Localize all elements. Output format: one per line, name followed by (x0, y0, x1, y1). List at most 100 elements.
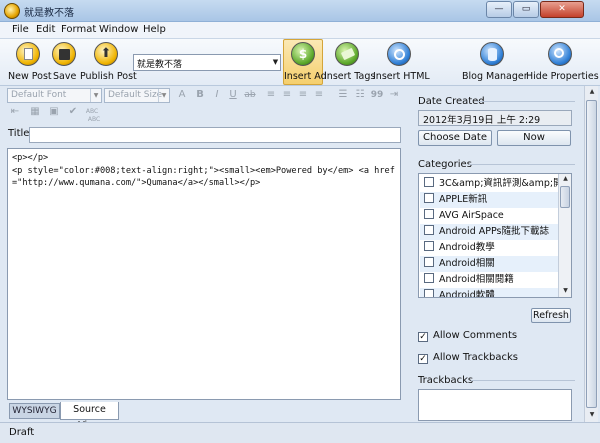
scroll-up-icon[interactable]: ▲ (559, 174, 572, 184)
checkbox[interactable] (424, 257, 434, 267)
category-item[interactable]: Android軟體 (420, 288, 560, 297)
trackbacks-input[interactable] (418, 389, 572, 421)
allow-comments-option[interactable]: ✓ Allow Comments (418, 330, 517, 342)
database-icon (480, 42, 504, 66)
insert-tags-button[interactable] (335, 42, 359, 66)
menu-format[interactable]: Format (61, 24, 96, 35)
align-right-icon[interactable]: ≡ (296, 88, 310, 102)
insert-html-button[interactable] (387, 42, 411, 66)
new-post-label: New Post (8, 71, 52, 82)
category-item[interactable]: Android APPs隨批下載誌 (420, 224, 560, 240)
categories-label: Categories (418, 159, 472, 170)
checkbox[interactable] (424, 241, 434, 251)
title-input[interactable] (29, 127, 401, 143)
blockquote-button[interactable]: 99 (370, 88, 384, 102)
new-post-button[interactable] (16, 42, 40, 66)
scrollbar-thumb[interactable] (586, 100, 597, 408)
checkbox[interactable] (424, 273, 434, 283)
menu-edit[interactable]: Edit (36, 24, 55, 35)
insert-ad-button[interactable]: $ (291, 42, 315, 66)
properties-scrollbar[interactable]: ▲ ▼ (584, 86, 598, 422)
chevron-down-icon[interactable]: ▼ (270, 54, 281, 71)
size-select[interactable]: Default Size ▼ (104, 88, 170, 103)
dollar-icon: $ (291, 42, 315, 66)
font-color-icon[interactable]: A (175, 88, 189, 102)
maximize-button[interactable]: ▭ (513, 1, 539, 18)
menu-window[interactable]: Window (99, 24, 138, 35)
scroll-down-icon[interactable]: ▼ (585, 410, 599, 420)
insert-tags-label: Insert Tags (324, 71, 376, 82)
status-text: Draft (9, 427, 35, 438)
publish-post-button[interactable]: ⬆ (94, 42, 118, 66)
align-left-icon[interactable]: ≡ (264, 88, 278, 102)
save-icon (52, 42, 76, 66)
divider (471, 380, 575, 381)
category-label: 3C&amp;資訊評測&amp;開... (439, 178, 560, 189)
divider (469, 164, 575, 165)
checkbox[interactable] (424, 209, 434, 219)
italic-button[interactable]: I (210, 88, 224, 102)
tab-wysiwyg[interactable]: WYSIWYG (9, 403, 60, 419)
checkbox[interactable] (424, 193, 434, 203)
refresh-button[interactable]: Refresh (531, 308, 571, 323)
strikethrough-button[interactable]: ab (243, 88, 257, 102)
categories-scrollbar[interactable]: ▲ ▼ (558, 174, 571, 297)
allow-trackbacks-checkbox[interactable]: ✓ (418, 354, 428, 364)
insert-ad-label: Insert Ad (284, 71, 327, 82)
align-justify-icon[interactable]: ≡ (312, 88, 326, 102)
choose-date-button[interactable]: Choose Date (418, 130, 492, 146)
minimize-button[interactable]: — (486, 1, 512, 18)
category-item[interactable]: 3C&amp;資訊評測&amp;開... (420, 176, 560, 192)
menu-bar: File Edit Format Window Help (0, 22, 600, 39)
hide-properties-button[interactable] (548, 42, 572, 66)
checkbox[interactable] (424, 289, 434, 297)
category-item[interactable]: Android相關 (420, 256, 560, 272)
indent-icon[interactable]: ⇥ (387, 88, 401, 102)
category-item[interactable]: AVG AirSpace (420, 208, 560, 224)
save-button[interactable] (52, 42, 76, 66)
close-button[interactable]: ✕ (540, 1, 584, 18)
category-item[interactable]: Android教學 (420, 240, 560, 256)
category-label: Android APPs隨批下載誌 (439, 226, 549, 237)
window-title: 就是教不落 (24, 8, 74, 19)
category-item[interactable]: APPLE新訊 (420, 192, 560, 208)
font-select[interactable]: Default Font ▼ (7, 88, 102, 103)
toolbar: New Post Save ⬆ Publish Post 就是教不落 ▼ $ I… (0, 39, 600, 86)
menu-help[interactable]: Help (143, 24, 166, 35)
align-center-icon[interactable]: ≡ (280, 88, 294, 102)
chevron-down-icon: ▼ (158, 89, 169, 102)
chevron-down-icon: ▼ (90, 89, 101, 102)
blog-manager-label: Blog Manager (462, 71, 528, 82)
menu-file[interactable]: File (12, 24, 29, 35)
scroll-down-icon[interactable]: ▼ (559, 286, 572, 296)
spell-check-alt-button[interactable]: ABC (86, 113, 102, 127)
outdent-icon[interactable]: ⇤ (8, 105, 22, 119)
source-editor[interactable]: <p></p> <p style="color:#008;text-align:… (7, 148, 401, 400)
underline-button[interactable]: U (226, 88, 240, 102)
categories-list: 3C&amp;資訊評測&amp;開... APPLE新訊 AVG AirSpac… (418, 173, 572, 298)
checkbox[interactable] (424, 177, 434, 187)
scrollbar-thumb[interactable] (560, 186, 570, 208)
check-spelling-icon[interactable]: ✔ (66, 105, 80, 119)
insert-html-label: Insert HTML (373, 71, 430, 82)
tab-source-view[interactable]: Source View (60, 402, 119, 431)
allow-comments-checkbox[interactable]: ✓ (418, 332, 428, 342)
bold-button[interactable]: B (193, 88, 207, 102)
table-icon[interactable]: ▦ (28, 105, 42, 119)
allow-trackbacks-option[interactable]: ✓ Allow Trackbacks (418, 352, 518, 364)
format-bar: Default Font ▼ Default Size ▼ A B I U ab… (0, 86, 415, 123)
category-item[interactable]: Android相關閱籍 (420, 272, 560, 288)
image-icon[interactable]: ▣ (47, 105, 61, 119)
date-created-field[interactable]: 2012年3月19日 上午 2:29 (418, 110, 572, 126)
font-select-value: Default Font (11, 90, 67, 100)
publish-post-label: Publish Post (80, 71, 137, 82)
bullet-list-icon[interactable]: ☰ (336, 88, 350, 102)
numbered-list-icon[interactable]: ☷ (353, 88, 367, 102)
blog-manager-button[interactable] (480, 42, 504, 66)
checkbox[interactable] (424, 225, 434, 235)
scroll-up-icon[interactable]: ▲ (585, 87, 599, 97)
now-button[interactable]: Now (497, 130, 571, 146)
blog-select[interactable]: 就是教不落 (133, 54, 281, 71)
title-bar: 就是教不落 — ▭ ✕ (0, 0, 600, 22)
app-icon (4, 3, 20, 19)
